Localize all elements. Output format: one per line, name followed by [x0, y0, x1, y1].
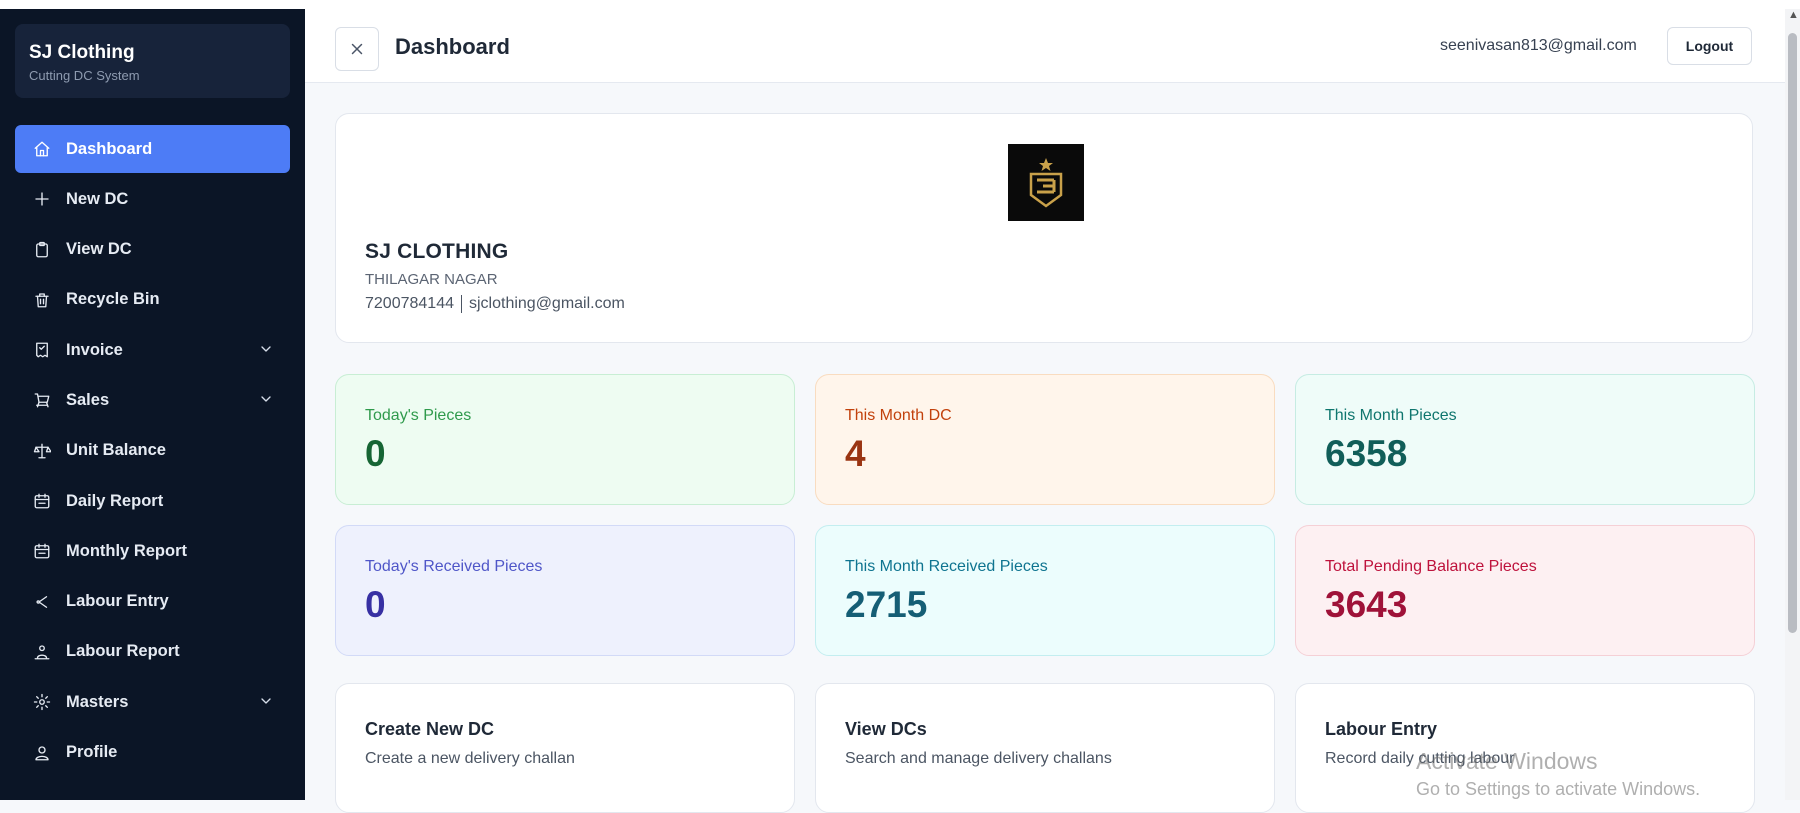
sidebar-item-labour-report[interactable]: Labour Report: [15, 628, 290, 676]
close-icon: [351, 43, 363, 55]
page-title: Dashboard: [395, 34, 510, 59]
sidebar-item-label: Labour Report: [66, 642, 180, 661]
sidebar-item-label: Profile: [66, 743, 118, 762]
sidebar: SJ Clothing Cutting DC System Dashboard …: [0, 9, 305, 800]
stat-card-today-pieces: Today's Pieces 0: [335, 374, 795, 505]
sidebar-item-label: Labour Entry: [66, 592, 169, 611]
sidebar-item-labour-entry[interactable]: Labour Entry: [15, 578, 290, 626]
company-logo-icon: [1008, 144, 1084, 221]
sidebar-nav: Dashboard New DC View DC Recycle Bin Inv…: [15, 125, 290, 779]
sidebar-item-dashboard[interactable]: Dashboard: [15, 125, 290, 173]
action-card-view-dcs[interactable]: View DCs Search and manage delivery chal…: [815, 683, 1275, 813]
users-icon: [32, 642, 52, 662]
chevron-down-icon[interactable]: [258, 341, 274, 357]
sidebar-item-view-dc[interactable]: View DC: [15, 226, 290, 274]
top-header: Dashboard seenivasan813@gmail.com Logout: [305, 9, 1785, 83]
action-card-create-dc[interactable]: Create New DC Create a new delivery chal…: [335, 683, 795, 813]
user-email: seenivasan813@gmail.com: [1440, 37, 1637, 54]
scale-icon: [32, 441, 52, 461]
calendar-icon: [32, 541, 52, 561]
stat-value: 2715: [845, 584, 928, 625]
clipboard-icon: [32, 240, 52, 260]
chevron-down-icon[interactable]: [258, 693, 274, 709]
stat-label: This Month Received Pieces: [845, 558, 1048, 575]
action-title: View DCs: [845, 719, 927, 739]
stat-label: Today's Pieces: [365, 407, 472, 424]
stat-card-pending-balance: Total Pending Balance Pieces 3643: [1295, 525, 1755, 656]
activate-windows-hint: Go to Settings to activate Windows.: [1416, 779, 1701, 799]
gear-icon: [32, 692, 52, 712]
scissors-icon: [32, 592, 52, 612]
sidebar-item-sales[interactable]: Sales: [15, 376, 290, 424]
calendar-icon: [32, 491, 52, 511]
sidebar-item-recycle-bin[interactable]: Recycle Bin: [15, 276, 290, 324]
sidebar-item-unit-balance[interactable]: Unit Balance: [15, 427, 290, 475]
company-card: SJ CLOTHING THILAGAR NAGAR 7200784144 sj…: [335, 113, 1753, 343]
sidebar-item-new-dc[interactable]: New DC: [15, 175, 290, 223]
sidebar-item-label: Sales: [66, 390, 110, 409]
action-title: Labour Entry: [1325, 719, 1438, 739]
sidebar-item-label: Unit Balance: [66, 441, 166, 460]
stat-label: Today's Received Pieces: [365, 558, 543, 575]
home-icon: [32, 139, 52, 159]
sidebar-item-label: Dashboard: [66, 139, 153, 158]
scroll-up-arrow-icon[interactable]: ▲: [1788, 9, 1799, 21]
stat-card-month-received: This Month Received Pieces 2715: [815, 525, 1275, 656]
action-description: Search and manage delivery challans: [845, 750, 1112, 767]
stat-card-month-dc: This Month DC 4: [815, 374, 1275, 505]
sidebar-item-label: Recycle Bin: [66, 290, 160, 309]
company-contact: 7200784144 sjclothing@gmail.com: [365, 295, 625, 313]
company-phone: 7200784144: [365, 295, 454, 312]
sidebar-item-monthly-report[interactable]: Monthly Report: [15, 527, 290, 575]
sidebar-item-label: Masters: [66, 692, 129, 711]
chevron-down-icon[interactable]: [258, 391, 274, 407]
trash-icon: [32, 290, 52, 310]
brand-block: SJ Clothing Cutting DC System: [15, 24, 290, 98]
sidebar-item-label: Invoice: [66, 340, 123, 359]
top-strip: [0, 0, 1800, 9]
stat-label: This Month Pieces: [1325, 407, 1457, 424]
sidebar-item-label: Monthly Report: [66, 541, 187, 560]
brand-title: SJ Clothing: [29, 42, 135, 63]
close-sidebar-button[interactable]: [335, 27, 379, 71]
company-name: SJ CLOTHING: [365, 240, 509, 263]
sidebar-item-daily-report[interactable]: Daily Report: [15, 477, 290, 525]
user-icon: [32, 743, 52, 763]
stat-card-today-received: Today's Received Pieces 0: [335, 525, 795, 656]
logout-button[interactable]: Logout: [1667, 27, 1752, 65]
action-description: Create a new delivery challan: [365, 750, 575, 767]
sidebar-item-masters[interactable]: Masters: [15, 678, 290, 726]
stat-card-month-pieces: This Month Pieces 6358: [1295, 374, 1755, 505]
cart-icon: [32, 390, 52, 410]
sidebar-item-label: View DC: [66, 240, 132, 259]
sidebar-item-label: New DC: [66, 189, 129, 208]
stat-value: 6358: [1325, 433, 1408, 474]
company-address: THILAGAR NAGAR: [365, 271, 498, 288]
receipt-icon: [32, 340, 52, 360]
stat-value: 0: [365, 433, 386, 474]
plus-icon: [32, 189, 52, 209]
stat-value: 3643: [1325, 584, 1408, 625]
action-title: Create New DC: [365, 719, 495, 739]
brand-subtitle: Cutting DC System: [29, 68, 140, 83]
sidebar-item-profile[interactable]: Profile: [15, 729, 290, 777]
activate-windows-watermark: Activate Windows: [1416, 748, 1598, 774]
scrollbar-thumb[interactable]: [1788, 33, 1797, 633]
stat-label: Total Pending Balance Pieces: [1325, 558, 1537, 575]
company-email: sjclothing@gmail.com: [468, 295, 625, 312]
page-scrollbar[interactable]: ▲: [1785, 9, 1800, 800]
contact-separator: [460, 295, 462, 313]
sidebar-item-invoice[interactable]: Invoice: [15, 326, 290, 374]
stat-value: 0: [365, 584, 386, 625]
sidebar-item-label: Daily Report: [66, 491, 164, 510]
stat-value: 4: [845, 433, 866, 474]
stat-label: This Month DC: [845, 407, 952, 424]
